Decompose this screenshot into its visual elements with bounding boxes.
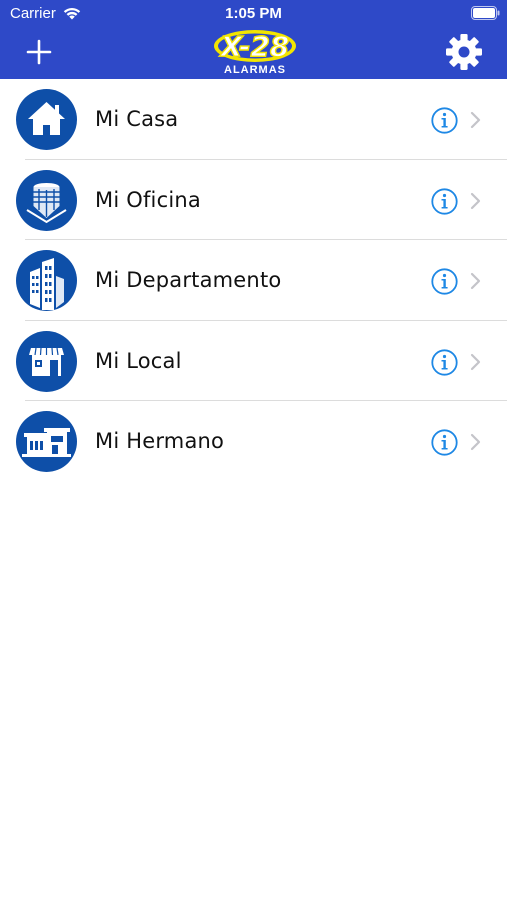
apartment-building-icon [16, 250, 77, 312]
info-icon[interactable] [431, 107, 458, 134]
gear-icon[interactable] [444, 32, 484, 72]
chevron-right-icon [470, 273, 481, 290]
location-row-mi-oficina[interactable]: Mi Oficina [0, 160, 507, 241]
info-icon[interactable] [431, 187, 458, 215]
location-label: Mi Casa [95, 107, 179, 131]
navigation-header: Carrier 1:05 PM X-28 ALARMAS [0, 0, 507, 79]
info-icon[interactable] [431, 349, 458, 376]
battery-icon [471, 6, 500, 20]
location-row-mi-departamento[interactable]: Mi Departamento [0, 240, 507, 321]
location-row-mi-local[interactable]: Mi Local [0, 321, 507, 402]
location-label: Mi Oficina [95, 187, 201, 212]
location-label: Mi Departamento [95, 268, 282, 293]
status-time: 1:05 PM [225, 5, 282, 22]
info-icon[interactable] [431, 268, 458, 295]
location-label: Mi Local [95, 348, 182, 373]
locations-list: Mi Casa Mi Oficina Mi Departamento Mi Lo… [0, 79, 507, 482]
modern-house-icon [16, 411, 77, 473]
store-icon [16, 330, 77, 392]
office-building-icon [16, 169, 77, 231]
chevron-right-icon [470, 353, 481, 370]
plus-icon[interactable] [24, 37, 54, 67]
location-label: Mi Hermano [95, 429, 225, 454]
x28-alarmas-logo: X-28 ALARMAS [211, 27, 299, 77]
logo-text: X-28 [219, 30, 290, 63]
location-row-mi-casa[interactable]: Mi Casa [0, 79, 507, 160]
logo-subtext: ALARMAS [224, 64, 286, 76]
status-bar: Carrier 1:05 PM [0, 0, 507, 28]
chevron-right-icon [470, 192, 481, 209]
location-row-mi-hermano[interactable]: Mi Hermano [0, 401, 507, 482]
house-icon [16, 89, 77, 150]
logo-mark: X-28 [214, 29, 296, 64]
info-icon[interactable] [431, 429, 458, 456]
chevron-right-icon [470, 111, 481, 129]
chevron-right-icon [470, 434, 481, 451]
